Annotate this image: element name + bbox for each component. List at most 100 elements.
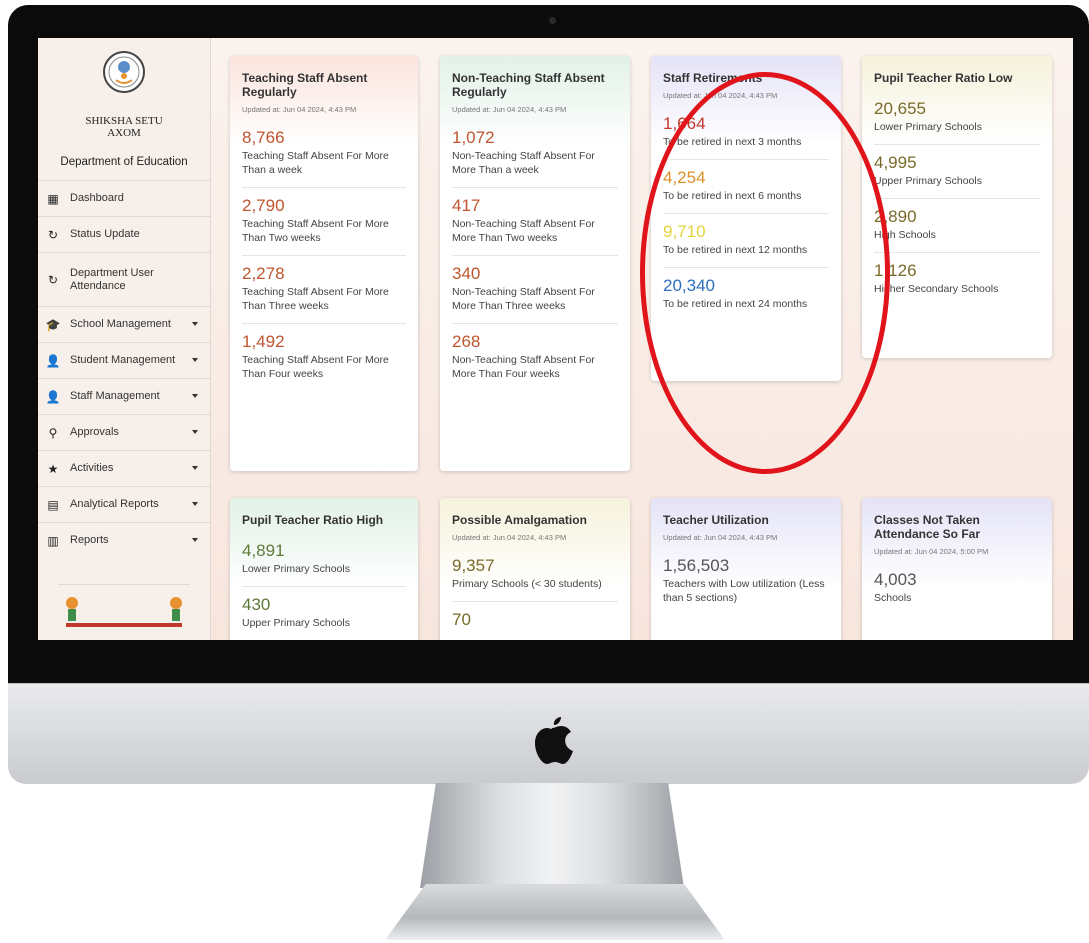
sidebar-item-status-update[interactable]: ↻ Status Update [38,216,210,252]
sidebar-item-reports[interactable]: ▥ Reports [38,522,210,558]
metric-value: 2,890 [874,207,917,226]
card-title: Pupil Teacher Ratio High [242,513,384,527]
apple-logo-icon [535,717,573,764]
sidebar-item-label: Dashboard [70,192,124,204]
card-pupil-teacher-ratio-high[interactable]: Pupil Teacher Ratio High 4,891 Lower Pri… [230,498,418,640]
metric: 1,492 Teaching Staff Absent For More Tha… [242,323,406,391]
monitor-stand-neck [420,783,684,888]
metric-label: Teaching Staff Absent For More Than Four… [242,354,389,380]
caret-down-icon [192,321,198,326]
sidebar: SHIKSHA SETU AXOM Department of Educatio… [38,38,211,640]
updated-at: Updated at: Jun 04 2024, 4:43 PM [663,533,778,542]
card-title: Teaching Staff Absent Regularly [242,71,368,99]
card-teacher-utilization[interactable]: Teacher Utilization Updated at: Jun 04 2… [651,498,841,640]
sidebar-item-label: Analytical Reports [70,498,159,510]
metric-label: Non-Teaching Staff Absent For More Than … [452,286,595,312]
metric-label: Lower Primary Schools [874,121,982,133]
caret-down-icon [192,465,198,470]
caret-down-icon [192,393,198,398]
sidebar-item-analytical-reports[interactable]: ▤ Analytical Reports [38,486,210,522]
card-possible-amalgamation[interactable]: Possible Amalgamation Updated at: Jun 04… [440,498,630,640]
sidebar-menu: ▦ Dashboard ↻ Status Update ↻ Department… [38,180,210,558]
metric-value: 268 [452,332,481,351]
user-gear-icon: 👤 [45,353,61,368]
metric-label: Non-Teaching Staff Absent For More Than … [452,354,595,380]
brand-region: AXOM [107,127,141,139]
graduation-cap-icon: 🎓 [45,317,61,332]
sidebar-item-label: Activities [70,462,114,474]
metric: 1,56,503 Teachers with Low utilization (… [663,548,829,615]
refresh-icon: ↻ [47,227,59,242]
metric: 2,890 High Schools [874,198,1040,252]
bar-chart-icon: ▥ [47,533,59,548]
metric-value: 2,278 [242,264,285,283]
sidebar-item-activities[interactable]: ★ Activities [38,450,210,486]
metric-value: 70 [452,610,471,629]
metric-value: 417 [452,196,481,215]
card-title: Non-Teaching Staff Absent Regularly [452,71,605,99]
metric: 4,003 Schools [874,562,1040,615]
screen: SHIKSHA SETU AXOM Department of Educatio… [38,38,1073,640]
card-teaching-staff-absent[interactable]: Teaching Staff Absent Regularly Updated … [230,56,418,471]
monitor-stand-base [385,884,725,940]
refresh-icon: ↻ [47,272,59,287]
metric-label: Lower Primary Schools [242,563,350,575]
camera-icon [549,17,556,24]
sidebar-item-label: Approvals [70,426,119,438]
card-classes-not-taken-attendance[interactable]: Classes Not Taken Attendance So Far Upda… [862,498,1052,640]
metric: 430 Upper Primary Schools [242,586,406,640]
metric-label: High Schools [874,229,936,241]
updated-at: Updated at: Jun 04 2024, 4:43 PM [242,105,357,114]
metric-value: 4,003 [874,570,917,589]
metric: 9,357 Primary Schools (< 30 students) [452,548,618,601]
department-label: Department of Education [60,156,188,168]
card-nonteaching-staff-absent[interactable]: Non-Teaching Staff Absent Regularly Upda… [440,56,630,471]
metric-label: Schools [874,592,912,604]
metric-label: Teaching Staff Absent For More Than Thre… [242,286,389,312]
metric: 4,995 Upper Primary Schools [874,144,1040,198]
sidebar-item-staff-management[interactable]: 👤 Staff Management [38,378,210,414]
card-pupil-teacher-ratio-low[interactable]: Pupil Teacher Ratio Low 20,655 Lower Pri… [862,56,1052,358]
metric-label: Higher Secondary Schools [874,283,999,295]
sidebar-item-label: Department User Attendance [70,266,154,292]
updated-at: Updated at: Jun 04 2024, 4:43 PM [452,533,567,542]
sidebar-item-school-management[interactable]: 🎓 School Management [38,306,210,342]
metric: 20,655 Lower Primary Schools [874,91,1040,144]
metric: 340 Non-Teaching Staff Absent For More T… [452,255,618,323]
metric-value: 8,766 [242,128,285,147]
metric-label: Non-Teaching Staff Absent For More Than … [452,150,595,176]
chart-icon: ▤ [47,497,59,512]
metric-label: Non-Teaching Staff Absent For More Than … [452,218,595,244]
sidebar-item-label: Student Management [70,354,176,366]
metric-label: Teaching Staff Absent For More Than a we… [242,150,389,176]
metric-value: 340 [452,264,481,283]
right-to-education-logo [58,584,190,627]
sidebar-item-dashboard[interactable]: ▦ Dashboard [38,180,210,216]
metric: 417 Non-Teaching Staff Absent For More T… [452,187,618,255]
card-title: Possible Amalgamation [452,513,587,527]
metric: 70 [452,601,618,640]
sidebar-item-label: Reports [70,534,109,546]
sidebar-item-approvals[interactable]: ⚲ Approvals [38,414,210,450]
metric-label: Teachers with Low utilization (Less than… [663,578,825,604]
sidebar-item-student-management[interactable]: 👤 Student Management [38,342,210,378]
brand-name: SHIKSHA SETU [85,115,163,127]
metric: 1,072 Non-Teaching Staff Absent For More… [452,120,618,187]
metric-value: 1,492 [242,332,285,351]
metric-value: 430 [242,595,271,614]
sidebar-item-department-user-attendance[interactable]: ↻ Department User Attendance [38,252,210,306]
metric: 2,278 Teaching Staff Absent For More Tha… [242,255,406,323]
metric-label: Teaching Staff Absent For More Than Two … [242,218,389,244]
metric: 268 Non-Teaching Staff Absent For More T… [452,323,618,391]
star-calendar-icon: ★ [47,461,59,476]
updated-at: Updated at: Jun 04 2024, 5:00 PM [874,547,989,556]
metric-label: Upper Primary Schools [874,175,982,187]
sidebar-item-label: Staff Management [70,390,160,402]
card-title: Classes Not Taken Attendance So Far [874,513,981,541]
metric-value: 2,790 [242,196,285,215]
metric-value: 4,891 [242,541,285,560]
dashboard-icon: ▦ [47,191,59,206]
caret-down-icon [192,501,198,506]
updated-at: Updated at: Jun 04 2024, 4:43 PM [452,105,567,114]
card-title: Teacher Utilization [663,513,769,527]
